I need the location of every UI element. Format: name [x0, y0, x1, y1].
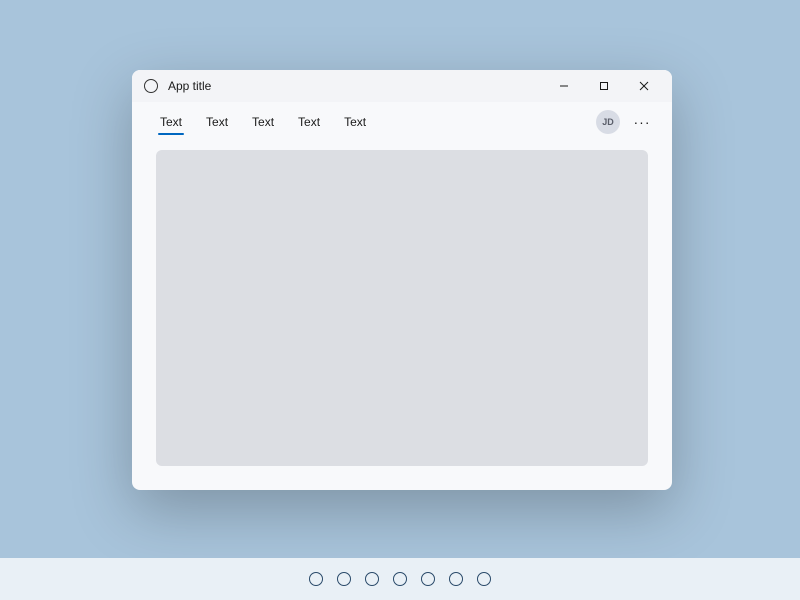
tab-0[interactable]: Text — [148, 105, 194, 139]
close-button[interactable] — [624, 72, 664, 100]
tab-1[interactable]: Text — [194, 105, 240, 139]
user-avatar[interactable]: JD — [596, 110, 620, 134]
minimize-button[interactable] — [544, 72, 584, 100]
content-area — [132, 142, 672, 490]
taskbar-item-4[interactable] — [421, 572, 435, 586]
taskbar-item-5[interactable] — [449, 572, 463, 586]
more-button[interactable]: ··· — [628, 108, 656, 136]
maximize-icon — [599, 81, 609, 91]
taskbar — [0, 558, 800, 600]
app-title: App title — [168, 79, 544, 93]
app-icon — [144, 79, 158, 93]
taskbar-item-3[interactable] — [393, 572, 407, 586]
window-controls — [544, 72, 664, 100]
app-window: App title Text Text Text Text Text JD · — [132, 70, 672, 490]
tab-bar: Text Text Text Text Text JD ··· — [132, 102, 672, 142]
tab-4[interactable]: Text — [332, 105, 378, 139]
tab-3[interactable]: Text — [286, 105, 332, 139]
maximize-button[interactable] — [584, 72, 624, 100]
window-titlebar[interactable]: App title — [132, 70, 672, 102]
tab-2[interactable]: Text — [240, 105, 286, 139]
minimize-icon — [559, 81, 569, 91]
close-icon — [639, 81, 649, 91]
taskbar-item-0[interactable] — [309, 572, 323, 586]
taskbar-item-1[interactable] — [337, 572, 351, 586]
taskbar-item-2[interactable] — [365, 572, 379, 586]
content-placeholder — [156, 150, 648, 466]
desktop: App title Text Text Text Text Text JD · — [0, 0, 800, 600]
taskbar-item-6[interactable] — [477, 572, 491, 586]
